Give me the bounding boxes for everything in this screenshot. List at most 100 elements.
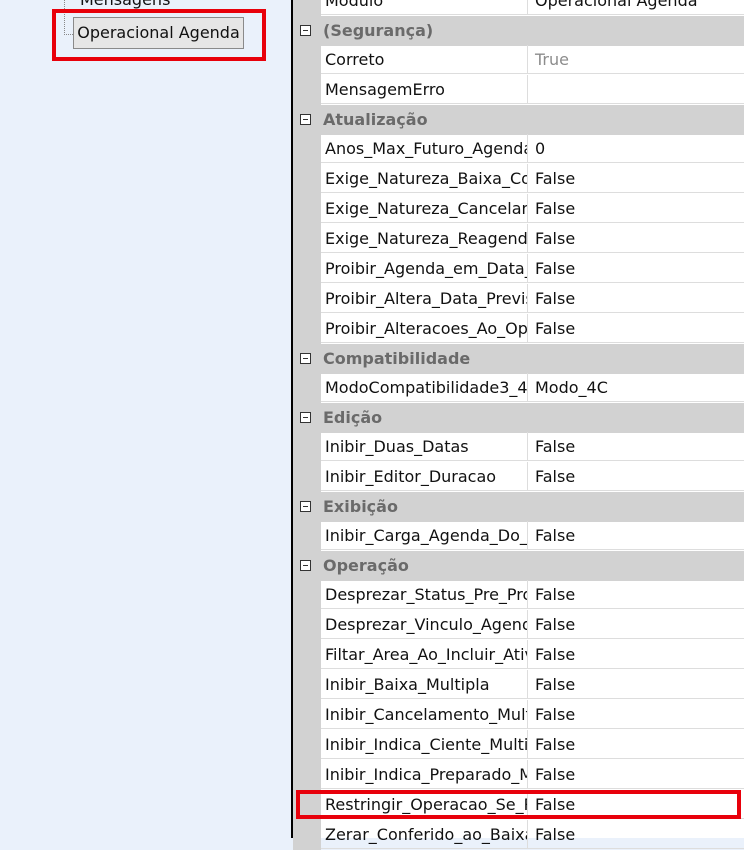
property-row[interactable]: Modulo Operacional Agenda — [293, 0, 744, 16]
property-name[interactable]: Inibir_Duas_Datas — [321, 432, 528, 461]
property-value[interactable]: False — [528, 224, 744, 253]
property-value[interactable]: False — [528, 580, 744, 609]
collapse-minus-icon[interactable] — [300, 412, 311, 423]
property-value[interactable]: False — [528, 462, 744, 491]
property-name[interactable]: Filtar_Area_Ao_Incluir_Atividade — [321, 640, 528, 669]
property-row[interactable]: Proibir_Altera_Data_Prevista False — [293, 284, 744, 314]
row-gutter — [293, 224, 321, 254]
property-row[interactable]: ModoCompatibilidade3_4C Modo_4C — [293, 373, 744, 403]
row-gutter — [293, 432, 321, 462]
property-value[interactable]: False — [528, 254, 744, 283]
property-row[interactable]: Inibir_Indica_Preparado_MultiploFalse — [293, 760, 744, 790]
property-row[interactable]: Desprezar_Status_Pre_ProcessamentoFalse — [293, 580, 744, 610]
property-name[interactable]: MensagemErro — [321, 75, 528, 104]
property-row[interactable]: Exige_Natureza_CancelamentoFalse — [293, 194, 744, 224]
property-row[interactable]: Desprezar_Vinculo_Agenda False — [293, 610, 744, 640]
property-name[interactable]: Anos_Max_Futuro_Agenda — [321, 134, 528, 163]
property-row[interactable]: Restringir_Operacao_Se_ResponsavelFalse — [293, 790, 744, 820]
row-gutter — [293, 580, 321, 610]
property-row[interactable]: Exige_Natureza_ReagendamentoFalse — [293, 224, 744, 254]
property-name[interactable]: Restringir_Operacao_Se_Responsavel — [321, 790, 528, 819]
property-value[interactable]: False — [528, 610, 744, 639]
property-name[interactable]: ModoCompatibilidade3_4C — [321, 373, 528, 402]
category-header[interactable]: Compatibilidade — [293, 344, 744, 374]
property-name[interactable]: Inibir_Editor_Duracao — [321, 462, 528, 491]
property-row[interactable]: Inibir_Duas_Datas False — [293, 432, 744, 462]
property-row[interactable]: Proibir_Agenda_em_Data_PassadaFalse — [293, 254, 744, 284]
property-row[interactable]: MensagemErro — [293, 75, 744, 105]
property-name[interactable]: Proibir_Alteracoes_Ao_Operador — [321, 314, 528, 343]
tree-item-mensagens[interactable]: Mensagens — [80, 0, 170, 9]
collapse-minus-icon[interactable] — [300, 501, 311, 512]
property-row[interactable]: Inibir_Editor_Duracao False — [293, 462, 744, 492]
property-value[interactable]: False — [528, 760, 744, 789]
tree-node-operacional-agenda[interactable]: Operacional Agenda — [73, 17, 244, 49]
property-name[interactable]: Proibir_Agenda_em_Data_Passada — [321, 254, 528, 283]
row-gutter — [293, 790, 321, 820]
collapse-minus-icon[interactable] — [300, 25, 311, 36]
category-header[interactable]: Edição — [293, 403, 744, 433]
property-name[interactable]: Exige_Natureza_Baixa_Compromisso — [321, 164, 528, 193]
property-name[interactable]: Inibir_Indica_Ciente_Multiplo — [321, 730, 528, 759]
property-row[interactable]: Filtar_Area_Ao_Incluir_AtividadeFalse — [293, 640, 744, 670]
row-gutter — [293, 254, 321, 284]
property-value[interactable]: Operacional Agenda — [528, 0, 744, 15]
category-header[interactable]: Atualização — [293, 105, 744, 135]
property-name[interactable]: Exige_Natureza_Reagendamento — [321, 224, 528, 253]
row-gutter — [293, 284, 321, 314]
property-name[interactable]: Proibir_Altera_Data_Prevista — [321, 284, 528, 313]
property-value[interactable]: Modo_4C — [528, 373, 744, 402]
row-gutter — [293, 164, 321, 194]
collapse-minus-icon[interactable] — [300, 560, 311, 571]
property-value[interactable]: False — [528, 640, 744, 669]
row-gutter — [293, 730, 321, 760]
row-gutter — [293, 75, 321, 105]
property-value[interactable]: False — [528, 670, 744, 699]
property-value[interactable]: False — [528, 314, 744, 343]
property-row[interactable]: Proibir_Alteracoes_Ao_OperadorFalse — [293, 314, 744, 344]
property-row[interactable]: Zerar_Conferido_ao_Baixar False — [293, 820, 744, 850]
property-row[interactable]: Anos_Max_Futuro_Agenda 0 — [293, 134, 744, 164]
property-value[interactable]: False — [528, 164, 744, 193]
property-value[interactable]: False — [528, 284, 744, 313]
property-name[interactable]: Inibir_Indica_Preparado_Multiplo — [321, 760, 528, 789]
property-name[interactable]: Inibir_Cancelamento_Multiplo — [321, 700, 528, 729]
property-value[interactable]: 0 — [528, 134, 744, 163]
property-name[interactable]: Inibir_Baixa_Multipla — [321, 670, 528, 699]
property-value[interactable]: False — [528, 820, 744, 849]
property-value[interactable]: False — [528, 194, 744, 223]
collapse-minus-icon[interactable] — [300, 114, 311, 125]
property-row[interactable]: Inibir_Baixa_Multipla False — [293, 670, 744, 700]
property-row[interactable]: Exige_Natureza_Baixa_CompromissoFalse — [293, 164, 744, 194]
property-value[interactable]: False — [528, 432, 744, 461]
property-value[interactable]: False — [528, 790, 744, 819]
property-value[interactable] — [528, 75, 744, 104]
property-name[interactable]: Correto — [321, 45, 528, 74]
property-name[interactable]: Exige_Natureza_Cancelamento — [321, 194, 528, 223]
row-gutter — [293, 700, 321, 730]
category-header[interactable]: Exibição — [293, 492, 744, 522]
category-header[interactable]: Operação — [293, 551, 744, 581]
property-value[interactable]: False — [528, 521, 744, 550]
property-row[interactable]: Inibir_Cancelamento_MultiploFalse — [293, 700, 744, 730]
property-name[interactable]: Desprezar_Vinculo_Agenda — [321, 610, 528, 639]
category-label: Operação — [323, 556, 409, 575]
property-name[interactable]: Modulo — [321, 0, 528, 15]
row-gutter — [293, 314, 321, 344]
category-label: Compatibilidade — [323, 349, 471, 368]
property-value[interactable]: False — [528, 730, 744, 759]
property-name[interactable]: Inibir_Carga_Agenda_Do_Dia — [321, 521, 528, 550]
property-row[interactable]: Inibir_Indica_Ciente_MultiploFalse — [293, 730, 744, 760]
row-gutter — [293, 373, 321, 403]
property-row[interactable]: Inibir_Carga_Agenda_Do_DiaFalse — [293, 521, 744, 551]
category-label: Exibição — [323, 497, 398, 516]
category-header[interactable]: (Segurança) — [293, 16, 744, 46]
row-gutter — [293, 134, 321, 164]
property-name[interactable]: Desprezar_Status_Pre_Processamento — [321, 580, 528, 609]
property-row[interactable]: Correto True — [293, 45, 744, 75]
property-name[interactable]: Zerar_Conferido_ao_Baixar — [321, 820, 528, 849]
property-value[interactable]: True — [528, 45, 744, 74]
collapse-minus-icon[interactable] — [300, 353, 311, 364]
row-gutter — [293, 521, 321, 551]
property-value[interactable]: False — [528, 700, 744, 729]
